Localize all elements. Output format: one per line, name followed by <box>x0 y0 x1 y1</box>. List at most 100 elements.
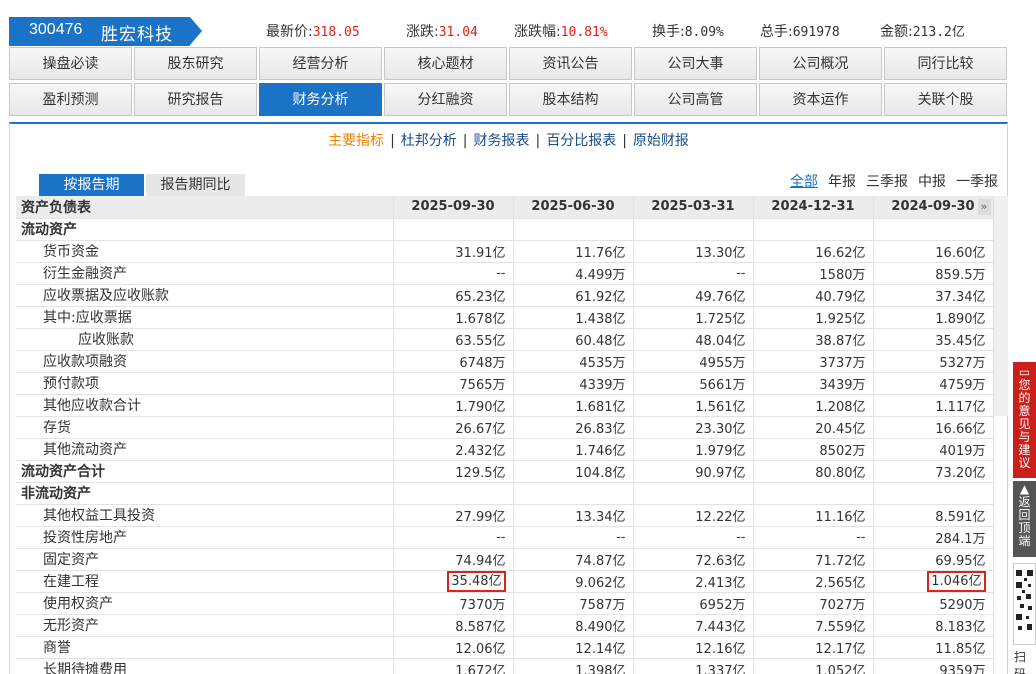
cell-text: 40.79亿 <box>815 289 866 305</box>
quote-item: 涨跌:31.04 <box>406 21 478 41</box>
cell-text: 1.681亿 <box>575 399 626 415</box>
cell-text: 7027万 <box>819 597 866 613</box>
cell-value: 74.87亿 <box>513 548 634 571</box>
subnav-separator: | <box>462 133 468 149</box>
cell-text: 11.85亿 <box>935 641 986 657</box>
table-row: 在建工程 35.48亿 9.062亿 2.413亿 2.565亿 1.046亿 <box>16 570 994 593</box>
cell-value: 13.30亿 <box>633 240 754 263</box>
cell-value: 26.83亿 <box>513 416 634 439</box>
filter-3[interactable]: 中报 <box>918 174 946 190</box>
cell-text: 16.62亿 <box>815 245 866 261</box>
table-row: 无形资产 8.587亿 8.490亿 7.443亿 7.559亿 8.183亿 <box>16 614 994 637</box>
cell-value: 1.208亿 <box>753 394 874 417</box>
cell-text: 61.92亿 <box>575 289 626 305</box>
cell-text: 8.490亿 <box>575 619 626 635</box>
tab-row2-0[interactable]: 盈利预测 <box>9 83 132 116</box>
subnav-link-0[interactable]: 主要指标 <box>328 133 384 149</box>
subnav-link-1[interactable]: 杜邦分析 <box>401 133 457 149</box>
tab-row2-4[interactable]: 股本结构 <box>509 83 632 116</box>
quote-value: 691978 <box>792 25 840 40</box>
feedback-button[interactable]: ▭ 您的意见与建议 <box>1013 362 1036 478</box>
subnav-link-2[interactable]: 财务报表 <box>474 133 530 149</box>
stock-header: 300476 胜宏科技 最新价:318.05 涨跌:31.04 涨跌幅:10.81%… <box>0 0 1036 46</box>
cell-value: 72.63亿 <box>633 548 754 571</box>
cell-value: 27.99亿 <box>393 504 514 527</box>
feedback-label: 您的意见与建议 <box>1018 378 1031 470</box>
cell-value: 8.591亿 <box>873 504 994 527</box>
row-label: 其他权益工具投资 <box>16 504 394 527</box>
filter-2[interactable]: 三季报 <box>866 174 908 190</box>
subnav-link-3[interactable]: 百分比报表 <box>546 133 616 149</box>
tab-row1-3[interactable]: 核心题材 <box>384 47 507 80</box>
cell-value: -- <box>513 526 634 549</box>
table-row: 其中:应收票据 1.678亿 1.438亿 1.725亿 1.925亿 1.890亿 <box>16 306 994 329</box>
tab-row2-1[interactable]: 研究报告 <box>134 83 257 116</box>
subnav-link-4[interactable]: 原始财报 <box>633 133 689 149</box>
subnav-separator: | <box>535 133 541 149</box>
tab-row2-2[interactable]: 财务分析 <box>259 83 382 116</box>
table-row: 其他流动资产 2.432亿 1.746亿 1.979亿 8502万 4019万 <box>16 438 994 461</box>
tab-row1-7[interactable]: 同行比较 <box>884 47 1007 80</box>
cell-value: -- <box>633 526 754 549</box>
cell-value: 4759万 <box>873 372 994 395</box>
highlighted-value: 1.046亿 <box>927 570 986 591</box>
tab-row2-5[interactable]: 公司高管 <box>634 83 757 116</box>
back-to-top-button[interactable]: ▲ 返回顶端 <box>1013 481 1036 557</box>
tab-row1-1[interactable]: 股东研究 <box>134 47 257 80</box>
quote-label: 最新价: <box>266 24 313 40</box>
table-row: 流动资产合计 129.5亿 104.8亿 90.97亿 80.80亿 73.20亿 <box>16 460 994 483</box>
cell-value: 5327万 <box>873 350 994 373</box>
quote-label: 涨跌幅: <box>514 24 561 40</box>
cell-text: 1.790亿 <box>455 399 506 415</box>
tab-by-report-period[interactable]: 按报告期 <box>39 174 144 196</box>
cell-text: -- <box>496 529 506 545</box>
tab-row1-4[interactable]: 资讯公告 <box>509 47 632 80</box>
tab-row1-5[interactable]: 公司大事 <box>634 47 757 80</box>
table-row: 商誉 12.06亿 12.14亿 12.16亿 12.17亿 11.85亿 <box>16 636 994 659</box>
table-scrollbar[interactable] <box>993 196 1008 416</box>
cell-text: 1580万 <box>819 267 866 283</box>
tab-row2-6[interactable]: 资本运作 <box>759 83 882 116</box>
filter-1[interactable]: 年报 <box>828 174 856 190</box>
tab-row1-6[interactable]: 公司概况 <box>759 47 882 80</box>
row-label: 其他流动资产 <box>16 438 394 461</box>
cell-text: 5290万 <box>939 597 986 613</box>
quote-item: 换手:8.09% <box>652 21 724 41</box>
cell-value: 1.925亿 <box>753 306 874 329</box>
tab-row1-0[interactable]: 操盘必读 <box>9 47 132 80</box>
table-row: 应收票据及应收账款 65.23亿 61.92亿 49.76亿 40.79亿 37.34亿 <box>16 284 994 307</box>
cell-text: 8.183亿 <box>935 619 986 635</box>
filter-4[interactable]: 一季报 <box>956 174 998 190</box>
row-label: 衍生金融资产 <box>16 262 394 285</box>
cell-value: 7370万 <box>393 592 514 615</box>
cell-text: 63.55亿 <box>455 333 506 349</box>
qr-code-image <box>1013 563 1036 645</box>
quote-value: 31.04 <box>438 25 478 40</box>
tab-row2-3[interactable]: 分红融资 <box>384 83 507 116</box>
tab-row2-7[interactable]: 关联个股 <box>884 83 1007 116</box>
cell-value <box>633 482 754 505</box>
comment-icon: ▭ <box>1018 365 1031 379</box>
cell-value: 1.678亿 <box>393 306 514 329</box>
cell-text: 284.1万 <box>935 531 986 547</box>
table-row: 预付款项 7565万 4339万 5661万 3439万 4759万 <box>16 372 994 395</box>
cell-value: -- <box>393 526 514 549</box>
tab-report-period-yoy[interactable]: 报告期同比 <box>146 174 245 196</box>
stock-badge: 300476 胜宏科技 <box>9 17 202 46</box>
tab-row1-2[interactable]: 经营分析 <box>259 47 382 80</box>
next-period-icon[interactable]: » <box>977 199 991 215</box>
cell-value: 12.16亿 <box>633 636 754 659</box>
cell-value: 38.87亿 <box>753 328 874 351</box>
filter-0[interactable]: 全部 <box>790 174 818 190</box>
cell-text: 69.95亿 <box>935 553 986 569</box>
cell-value: 1.979亿 <box>633 438 754 461</box>
cell-text: 35.45亿 <box>935 333 986 349</box>
cell-value: 1.746亿 <box>513 438 634 461</box>
row-label: 应收账款 <box>16 328 394 351</box>
cell-text: 3737万 <box>819 355 866 371</box>
cell-value: 80.80亿 <box>753 460 874 483</box>
row-label: 非流动资产 <box>16 482 394 505</box>
cell-value: -- <box>633 262 754 285</box>
cell-text: 7.559亿 <box>815 619 866 635</box>
cell-text: -- <box>856 529 866 545</box>
